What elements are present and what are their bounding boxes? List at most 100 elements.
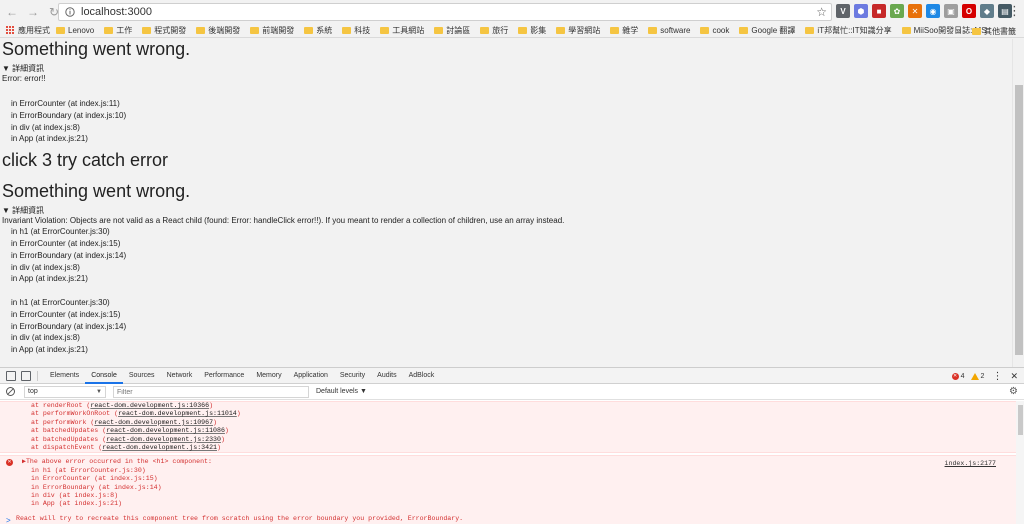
bookmark-item[interactable]: Lenovo (56, 24, 94, 38)
bookmark-item[interactable]: 後端開發 (196, 24, 240, 38)
source-link[interactable]: index.js:2177 (945, 460, 996, 468)
back-button[interactable]: ← (3, 3, 21, 21)
close-devtools-icon[interactable]: ✕ (1010, 371, 1018, 382)
bookmark-item[interactable]: 討論區 (434, 24, 470, 38)
bookmark-label: 科技 (354, 26, 371, 35)
extension-red-icon[interactable]: ■ (872, 4, 886, 18)
browser-menu-icon[interactable]: ⋮ (1008, 4, 1021, 20)
tab-security[interactable]: Security (334, 368, 371, 384)
info-icon[interactable] (63, 5, 77, 19)
devtools-menu-icon[interactable]: ⋮ (992, 371, 1002, 382)
component-stack: in ErrorCounter (at index.js:11) in Error… (2, 98, 1012, 145)
error-expand-toggle[interactable]: ✕ ▶The above error occurred in the <h1> … (0, 458, 1024, 468)
click-heading[interactable]: click 3 try catch error (2, 150, 1012, 171)
bookmarks-bar: 應用程式 Lenovo 工作 程式開發 後端開發 前端開發 系統 科技 工具網站 討論區 旅行 影集… (0, 24, 1024, 38)
tab-console[interactable]: Console (85, 368, 123, 384)
tab-adblock[interactable]: AdBlock (403, 368, 441, 384)
bookmark-item[interactable]: 雜学 (610, 24, 638, 38)
error-icon: ✕ (6, 459, 13, 467)
bookmark-item[interactable]: Google 翻譯 (739, 24, 795, 38)
forward-button[interactable]: → (24, 3, 42, 21)
bookmark-item[interactable]: iT邦幫忙::IT知識分享 (805, 24, 892, 38)
source-link[interactable]: react-dom.development.js:10366 (90, 402, 209, 409)
devtools-panel: Elements Console Sources Network Performance… (0, 367, 1024, 524)
inspect-element-icon[interactable] (6, 370, 16, 381)
tab-audits[interactable]: Audits (371, 368, 402, 384)
extension-opera-icon[interactable]: O (962, 4, 976, 18)
stack-line: in App (at index.js:21) (11, 274, 88, 284)
tab-elements[interactable]: Elements (44, 368, 85, 384)
folder-icon (610, 27, 620, 34)
source-link[interactable]: react-dom.development.js:2330 (106, 436, 221, 443)
trace-line: at performWork (react-dom.development.js… (31, 418, 218, 426)
trace-line: at batchedUpdates (react-dom.development… (31, 435, 225, 443)
component-stack: in h1 (at ErrorCounter.js:30) in ErrorCou… (2, 226, 1012, 285)
details-toggle[interactable]: ▼ 詳細資訊 (2, 206, 1012, 216)
browser-window: ← → ↻ localhost:3000 ☆ V ⬢ ■ ✿ ✕ ◉ ▣ O ◆ ▤ ⋮ 應用程式… (0, 0, 1024, 524)
bookmark-item[interactable]: software (648, 24, 690, 38)
bookmark-label: 程式開發 (154, 26, 187, 35)
tab-network[interactable]: Network (161, 368, 199, 384)
folder-icon (56, 27, 65, 34)
source-link[interactable]: react-dom.development.js:10967 (94, 419, 213, 426)
tab-application[interactable]: Application (288, 368, 334, 384)
error-message: Invariant Violation: Objects are not val… (2, 216, 565, 226)
bookmark-label: 前端開發 (262, 26, 295, 35)
scrollbar-thumb[interactable] (1018, 405, 1023, 435)
bookmark-item[interactable]: 科技 (342, 24, 370, 38)
stack-line: in ErrorBoundary (at index.js:14) (11, 321, 127, 331)
extension-blue-icon[interactable]: ◉ (926, 4, 940, 18)
details-toggle[interactable]: ▼ 詳細資訊 (2, 64, 1012, 74)
bookmark-item[interactable]: 前端開發 (250, 24, 294, 38)
extension-leaf-icon[interactable]: ✿ (890, 4, 904, 18)
source-link[interactable]: react-dom.development.js:11014 (118, 410, 237, 417)
page-scrollbar[interactable] (1012, 39, 1024, 367)
extension-shield-icon[interactable]: ◆ (980, 4, 994, 18)
console-scrollbar[interactable] (1016, 401, 1024, 524)
error-title: Something went wrong. (2, 181, 191, 202)
bookmark-item[interactable]: 工作 (104, 24, 132, 38)
console-error-message: at renderRoot (react-dom.development.js:… (0, 401, 1024, 454)
bookmark-item[interactable]: 影集 (518, 24, 546, 38)
extension-orange-icon[interactable]: ✕ (908, 4, 922, 18)
bookmark-item[interactable]: 旅行 (480, 24, 508, 38)
device-toolbar-icon[interactable] (21, 370, 31, 381)
stack-line: in div (at index.js:8) (11, 262, 80, 272)
bookmarks-overflow-button[interactable]: » (956, 24, 961, 38)
error-count: 4 (960, 372, 965, 380)
bookmark-item[interactable]: 學習網站 (556, 24, 600, 38)
bookmark-item[interactable]: 系統 (304, 24, 332, 38)
bookmark-item[interactable]: 程式開發 (142, 24, 186, 38)
folder-icon (304, 27, 314, 34)
console-output: at renderRoot (react-dom.development.js:… (0, 401, 1024, 524)
extension-grey-icon[interactable]: ▣ (944, 4, 958, 18)
bookmark-item[interactable]: 工具網站 (380, 24, 424, 38)
bookmark-apps[interactable]: 應用程式 (6, 24, 50, 38)
tab-memory[interactable]: Memory (250, 368, 287, 384)
source-link[interactable]: react-dom.development.js:11086 (106, 427, 225, 434)
address-bar[interactable]: localhost:3000 ☆ (58, 3, 832, 21)
trace-function: at performWorkOnRoot (31, 410, 111, 418)
extension-v-icon[interactable]: V (836, 4, 850, 18)
console-prompt[interactable]: > (6, 516, 11, 524)
folder-icon (700, 27, 710, 34)
bookmark-item[interactable]: cook (700, 24, 729, 38)
gear-icon[interactable]: ⚙ (1009, 386, 1018, 398)
clear-console-icon[interactable] (6, 387, 15, 396)
bookmark-star-icon[interactable]: ☆ (816, 5, 827, 19)
folder-icon (739, 27, 749, 34)
context-select[interactable]: top ▼ (24, 386, 106, 398)
stack-line: in div (at index.js:8) (11, 333, 80, 343)
stack-line: in App (at index.js:21) (11, 134, 88, 144)
issue-counters[interactable]: ✕ 4 2 ⋮ ✕ (951, 368, 1018, 384)
scrollbar-thumb[interactable] (1015, 85, 1023, 355)
devtools-tabbar: Elements Console Sources Network Performance… (0, 368, 1024, 384)
tab-sources[interactable]: Sources (123, 368, 161, 384)
bookmark-other[interactable]: 其他書籤 (972, 24, 1016, 38)
trace-line: at performWorkOnRoot (react-dom.developm… (31, 410, 241, 418)
tab-performance[interactable]: Performance (198, 368, 250, 384)
source-link[interactable]: react-dom.development.js:3421 (102, 444, 217, 451)
extension-hex-icon[interactable]: ⬢ (854, 4, 868, 18)
console-filter-input[interactable] (113, 386, 309, 398)
log-levels-select[interactable]: Default levels ▼ (316, 386, 367, 398)
